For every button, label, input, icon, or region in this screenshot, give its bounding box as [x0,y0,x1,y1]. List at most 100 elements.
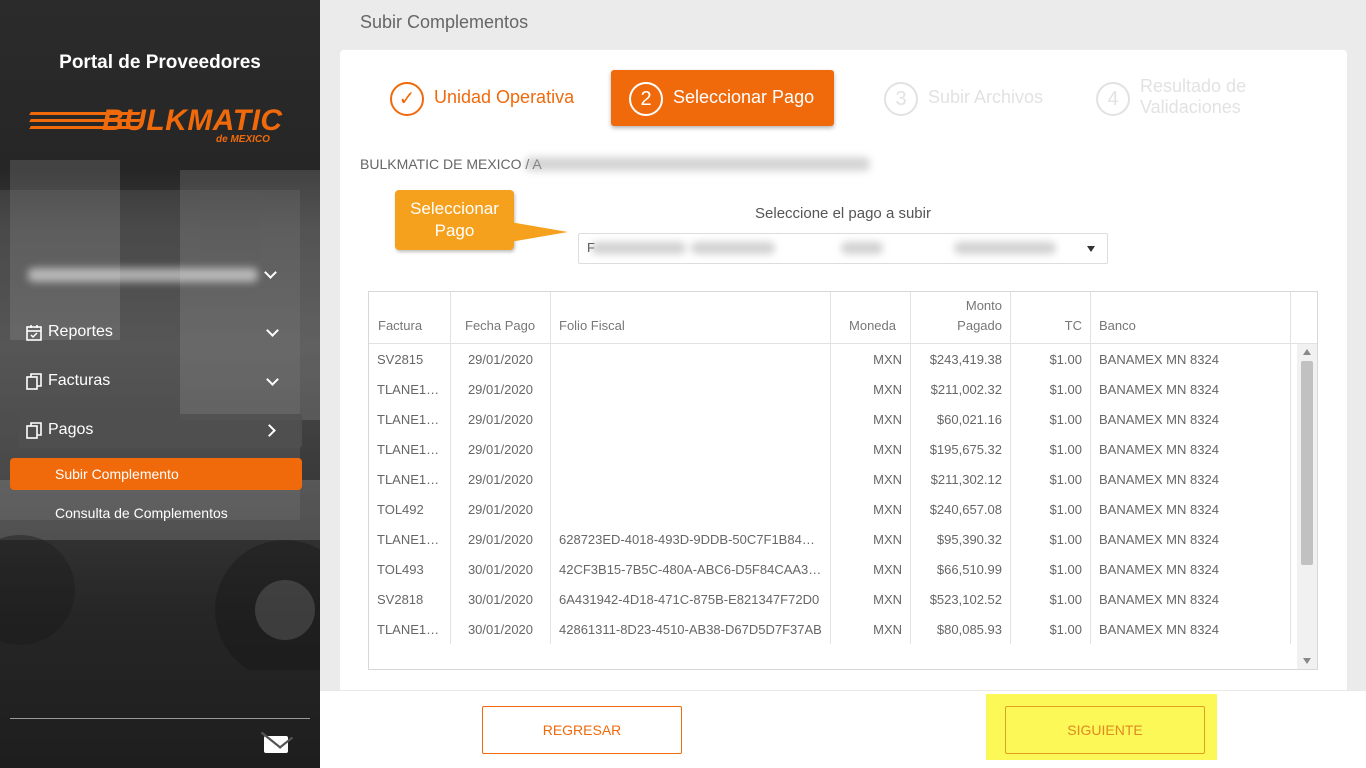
sidebar-item-reportes[interactable]: Reportes [18,316,302,350]
cell-folio-fiscal [551,404,831,434]
select-label: Seleccione el pago a subir [755,205,931,222]
cell-factura: TLANE19... [369,374,451,404]
cell-fecha-pago: 29/01/2020 [451,524,551,554]
cell-banco: BANAMEX MN 8324 [1091,404,1291,434]
select-value-redacted [591,242,686,254]
cell-tc: $1.00 [1011,344,1091,374]
table-scrollbar[interactable] [1297,344,1317,669]
sidebar-divider [10,718,310,719]
cell-banco: BANAMEX MN 8324 [1091,584,1291,614]
cell-moneda: MXN [831,404,911,434]
column-header-moneda[interactable]: Moneda [831,292,911,344]
cell-folio-fiscal [551,464,831,494]
cell-monto-pagado: $243,419.38 [911,344,1011,374]
sidebar-item-label: Reportes [48,323,113,340]
cell-tc: $1.00 [1011,404,1091,434]
submenu-item-consulta-complementos[interactable]: Consulta de Complementos [10,497,302,529]
bulkmatic-logo: BULKMATIC de MEXICO [29,104,290,152]
sidebar-item-label: Pagos [48,421,94,438]
cell-factura: TLANE19... [369,524,451,554]
cell-banco: BANAMEX MN 8324 [1091,614,1291,644]
portal-title: Portal de Proveedores [59,52,261,73]
cell-tc: $1.00 [1011,464,1091,494]
cell-fecha-pago: 29/01/2020 [451,344,551,374]
cell-fecha-pago: 30/01/2020 [451,614,551,644]
table-row[interactable]: TOL492 29/01/2020 MXN $240,657.08 $1.00 BANAM… [369,494,1291,524]
column-header-factura[interactable]: Factura [369,292,451,344]
scroll-thumb[interactable] [1301,361,1313,565]
sidebar-item-facturas[interactable]: Facturas [18,365,302,399]
step-seleccionar-pago[interactable]: 2 Seleccionar Pago [611,70,834,126]
cell-tc: $1.00 [1011,434,1091,464]
cell-factura: SV2815 [369,344,451,374]
cell-moneda: MXN [831,374,911,404]
cell-monto-pagado: $211,002.32 [911,374,1011,404]
cell-folio-fiscal: 42CF3B15-7B5C-480A-ABC6-D5F84CAA3345 [551,554,831,584]
column-header-banco[interactable]: Banco [1091,292,1291,344]
company-name-redacted [28,268,258,282]
next-button[interactable]: SIGUIENTE [1005,706,1205,754]
cell-folio-fiscal [551,494,831,524]
page-title: Subir Complementos [360,12,529,32]
cell-banco: BANAMEX MN 8324 [1091,524,1291,554]
payments-table: Factura Fecha Pago Folio Fiscal Moneda M… [368,291,1318,670]
table-row[interactable]: TLANE19... 29/01/2020 MXN $60,021.16 $1.00 BA… [369,404,1291,434]
column-header-folio-fiscal[interactable]: Folio Fiscal [551,292,831,344]
table-row[interactable]: TLANE19... 29/01/2020 MXN $195,675.32 $1.00 B… [369,434,1291,464]
check-icon: ✓ [390,82,424,116]
cell-factura: TLANE19... [369,404,451,434]
cell-banco: BANAMEX MN 8324 [1091,434,1291,464]
payment-select[interactable]: F [578,233,1108,264]
step-label: Unidad Operativa [434,87,575,107]
column-header-fecha-pago[interactable]: Fecha Pago [451,292,551,344]
table-row[interactable]: TOL493 30/01/2020 42CF3B15-7B5C-480A-ABC6-… [369,554,1291,584]
cell-fecha-pago: 29/01/2020 [451,374,551,404]
cell-tc: $1.00 [1011,584,1091,614]
chevron-down-icon [266,324,279,337]
cell-monto-pagado: $211,302.12 [911,464,1011,494]
cell-fecha-pago: 29/01/2020 [451,494,551,524]
cell-moneda: MXN [831,584,911,614]
cell-monto-pagado: $195,675.32 [911,434,1011,464]
select-value-redacted [841,242,883,254]
cell-moneda: MXN [831,524,911,554]
chevron-down-icon [264,266,277,279]
cell-monto-pagado: $523,102.52 [911,584,1011,614]
cell-banco: BANAMEX MN 8324 [1091,494,1291,524]
cell-tc: $1.00 [1011,524,1091,554]
submenu-item-subir-complemento[interactable]: Subir Complemento [10,458,302,490]
column-header-monto-pagado[interactable]: Monto Pagado [911,292,1011,344]
cell-moneda: MXN [831,614,911,644]
cell-moneda: MXN [831,434,911,464]
breadcrumb: BULKMATIC DE MEXICO / A [360,156,542,172]
cell-fecha-pago: 29/01/2020 [451,434,551,464]
chevron-right-icon [263,424,276,437]
cell-factura: TLANE19... [369,614,451,644]
table-row[interactable]: TLANE19... 29/01/2020 MXN $211,002.32 $1.00 B… [369,374,1291,404]
sidebar-item-pagos[interactable]: Pagos [18,414,302,448]
cell-banco: BANAMEX MN 8324 [1091,344,1291,374]
table-row[interactable]: TLANE19... 29/01/2020 MXN $211,302.12 $1.00 B… [369,464,1291,494]
cell-banco: BANAMEX MN 8324 [1091,374,1291,404]
cell-tc: $1.00 [1011,554,1091,584]
table-row[interactable]: TLANE19... 30/01/2020 42861311-8D23-4510-A… [369,614,1291,644]
column-header-tc[interactable]: TC [1011,292,1091,344]
table-row[interactable]: SV2818 30/01/2020 6A431942-4D18-471C-875B-… [369,584,1291,614]
tooltip-text: Seleccionar Pago [410,199,499,240]
company-selector[interactable] [28,262,288,290]
step-resultado-validaciones: 4 Resultado de Validaciones [1096,70,1266,126]
cell-fecha-pago: 30/01/2020 [451,584,551,614]
scroll-up-icon[interactable] [1303,349,1311,355]
table-row[interactable]: SV2815 29/01/2020 MXN $243,419.38 $1.00 BANAM… [369,344,1291,374]
back-button[interactable]: REGRESAR [482,706,682,754]
cell-tc: $1.00 [1011,614,1091,644]
table-row[interactable]: TLANE19... 29/01/2020 628723ED-4018-493D-9… [369,524,1291,554]
cell-tc: $1.00 [1011,374,1091,404]
step-number: 2 [629,82,663,116]
table-header: Factura Fecha Pago Folio Fiscal Moneda M… [369,292,1317,344]
cell-factura: TOL492 [369,494,451,524]
cell-moneda: MXN [831,494,911,524]
mail-icon[interactable] [264,736,288,753]
step-unidad-operativa[interactable]: ✓ Unidad Operativa [390,70,590,126]
scroll-down-icon[interactable] [1303,658,1311,664]
